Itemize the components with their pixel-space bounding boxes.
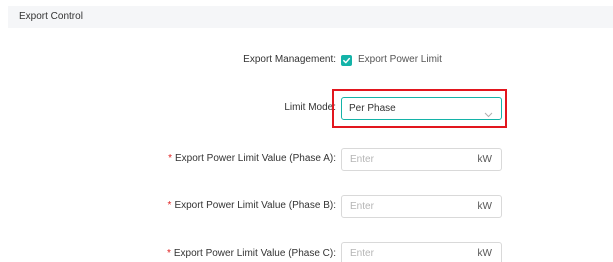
phase-b-label-text: Export Power Limit Value (Phase B): [174,200,336,211]
export-power-limit-label[interactable]: Export Power Limit [358,54,442,66]
required-mark: * [167,200,172,211]
limit-mode-value: Per Phase [349,103,396,114]
export-control-page: Export Control Export Management: Export… [0,0,613,262]
phase-a-unit: kW [477,154,492,165]
phase-a-label-text: Export Power Limit Value (Phase A): [175,153,336,164]
phase-c-label-text: Export Power Limit Value (Phase C): [173,248,336,259]
required-mark: * [168,153,172,164]
phase-b-label: * Export Power Limit Value (Phase B): [168,200,336,212]
section-header: Export Control [8,6,613,28]
phase-a-placeholder: Enter [350,154,374,165]
required-mark: * [166,248,171,259]
limit-mode-select[interactable]: Per Phase [341,97,502,120]
phase-c-label: * Export Power Limit Value (Phase C): [167,248,336,260]
phase-a-label: * Export Power Limit Value (Phase A): [168,153,336,165]
phase-a-input[interactable]: Enter kW [341,148,502,171]
phase-b-unit: kW [477,201,492,212]
phase-b-input[interactable]: Enter kW [341,195,502,218]
phase-c-input[interactable]: Enter kW [341,242,502,262]
phase-c-placeholder: Enter [350,248,374,259]
phase-b-placeholder: Enter [350,201,374,212]
export-management-label: Export Management: [243,54,336,65]
checkbox-checked-icon[interactable] [341,54,352,66]
section-title: Export Control [19,11,83,22]
limit-mode-label: Limit Mode: [284,102,336,113]
chevron-down-icon[interactable] [484,105,493,123]
export-power-limit-checkbox[interactable]: Export Power Limit [341,54,442,66]
phase-c-unit: kW [477,248,492,259]
